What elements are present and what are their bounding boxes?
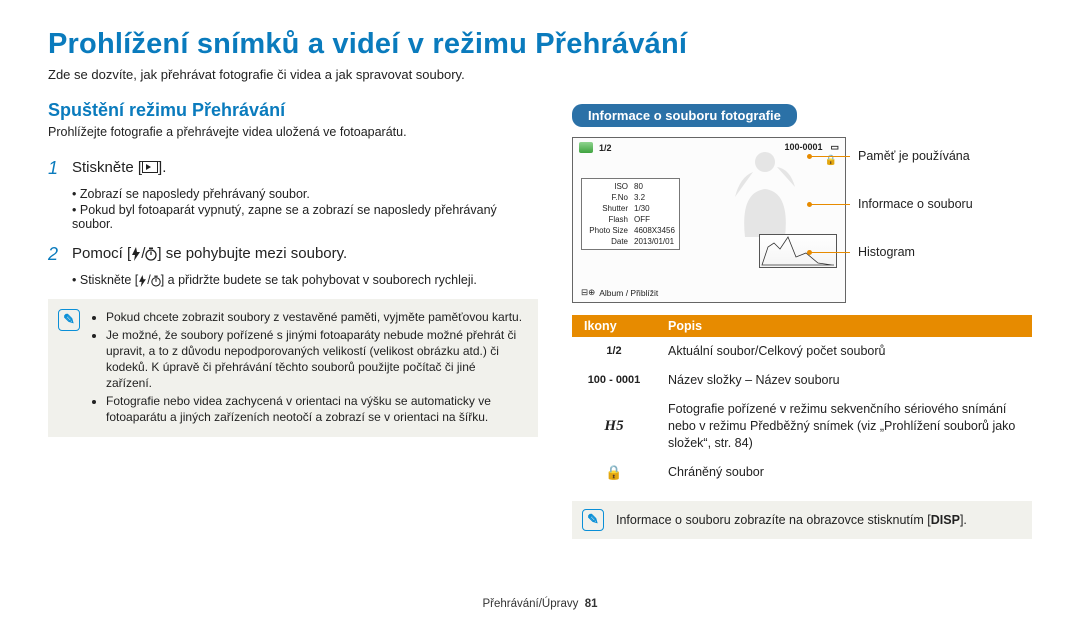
exif-date-l: Date	[586, 236, 628, 247]
callout-info-label: Informace o souboru	[858, 197, 973, 211]
note-box-left: ✎ Pokud chcete zobrazit soubory z vestav…	[48, 299, 538, 437]
exif-date-v: 2013/01/01	[634, 236, 674, 247]
exif-shutter-v: 1/30	[634, 203, 650, 214]
note2-post: ].	[960, 513, 967, 527]
step-number: 1	[48, 157, 62, 179]
step2-sub: Stiskněte [/] a přidržte budete se tak p…	[72, 273, 538, 287]
desc-lock: Chráněný soubor	[656, 458, 1032, 487]
left-column: Spuštění režimu Přehrávání Prohlížejte f…	[48, 100, 538, 539]
step1-sub1: Zobrazí se naposledy přehrávaný soubor.	[72, 187, 538, 201]
step2-sub-pre: Stiskněte [	[80, 273, 138, 287]
th-icons: Ikony	[572, 315, 656, 337]
memory-card-icon: ▭	[830, 142, 839, 153]
desc-filecode: Název složky – Název souboru	[656, 366, 1032, 395]
step-body: Stiskněte [].	[72, 157, 538, 179]
exif-size-l: Photo Size	[586, 225, 628, 236]
note1-li1: Pokud chcete zobrazit soubory z vestavěn…	[106, 309, 524, 325]
icon-h5: H5	[572, 395, 656, 458]
step-1: 1 Stiskněte [].	[48, 157, 538, 179]
section-heading: Spuštění režimu Přehrávání	[48, 100, 538, 121]
note-box-right: ✎ Informace o souboru zobrazíte na obraz…	[572, 501, 1032, 539]
callout-line	[810, 156, 850, 157]
note-icon: ✎	[58, 309, 80, 331]
table-row: 🔒 Chráněný soubor	[572, 458, 1032, 487]
callout-memory: Paměť je používána	[856, 149, 970, 163]
note-icon: ✎	[582, 509, 604, 531]
callout-memory-label: Paměť je používána	[858, 149, 970, 163]
step1-sub2: Pokud byl fotoaparát vypnutý, zapne se a…	[72, 203, 538, 231]
step2-post: ] se pohybujte mezi soubory.	[157, 245, 347, 262]
step1-post: ].	[158, 159, 166, 176]
page-title: Prohlížení snímků a videí v režimu Přehr…	[48, 28, 1032, 61]
info-badge: Informace o souboru fotografie	[572, 104, 797, 127]
desc-counter: Aktuální soubor/Celkový počet souborů	[656, 337, 1032, 366]
zoom-icon: ⊟⊕	[581, 287, 595, 298]
exif-size-v: 4608X3456	[634, 225, 675, 236]
right-column: Informace o souboru fotografie 1/2 100-0…	[572, 100, 1032, 539]
timer-icon	[151, 275, 161, 287]
exif-fno-l: F.No	[586, 192, 628, 203]
step2-sublist: Stiskněte [/] a přidržte budete se tak p…	[72, 273, 538, 287]
exif-flash-v: OFF	[634, 214, 650, 225]
table-row: 100 - 0001 Název složky – Název souboru	[572, 366, 1032, 395]
exif-box: ISO 80 F.No 3.2 Shutter 1/30 Flash OFF Photo…	[581, 178, 680, 250]
note1-li2: Je možné, že soubory pořízené s jinými f…	[106, 327, 524, 391]
icon-counter: 1/2	[572, 337, 656, 366]
step1-sublist: Zobrazí se naposledy přehrávaný soubor. …	[72, 187, 538, 231]
callout-hist-label: Histogram	[858, 245, 915, 259]
lcd-bottom-text: Album / Přiblížit	[599, 288, 658, 298]
exif-flash-l: Flash	[586, 214, 628, 225]
callout-info: Informace o souboru	[856, 197, 973, 211]
lcd-counter: 1/2	[599, 143, 612, 153]
icon-lock: 🔒	[572, 458, 656, 487]
step-number: 2	[48, 243, 62, 265]
step-2: 2 Pomocí [/] se pohybujte mezi soubory.	[48, 243, 538, 265]
footer-page: 81	[585, 598, 598, 610]
table-row: 1/2 Aktuální soubor/Celkový počet soubor…	[572, 337, 1032, 366]
desc-h5: Fotografie pořízené v režimu sekvenčního…	[656, 395, 1032, 458]
th-desc: Popis	[656, 315, 1032, 337]
note2-pre: Informace o souboru zobrazíte na obrazov…	[616, 513, 931, 527]
table-header-row: Ikony Popis	[572, 315, 1032, 337]
photo-thumb-icon	[579, 142, 593, 153]
step2-pre: Pomocí [	[72, 245, 131, 262]
timer-icon	[145, 247, 157, 261]
display-area: 1/2 100-0001 ▭ 🔒 ISO80 F.No3.2	[572, 137, 1032, 313]
camera-lcd: 1/2 100-0001 ▭ 🔒 ISO80 F.No3.2	[572, 137, 846, 303]
page-footer: Přehrávání/Úpravy 81	[0, 598, 1080, 610]
callout-line	[810, 204, 850, 205]
callout-line	[810, 252, 850, 253]
exif-iso-l: ISO	[586, 181, 628, 192]
columns: Spuštění režimu Přehrávání Prohlížejte f…	[48, 100, 1032, 539]
note2-text: Informace o souboru zobrazíte na obrazov…	[616, 512, 967, 528]
icon-table: Ikony Popis 1/2 Aktuální soubor/Celkový …	[572, 315, 1032, 487]
note-text: Pokud chcete zobrazit soubory z vestavěn…	[92, 309, 524, 427]
exif-iso-v: 80	[634, 181, 643, 192]
note1-li3: Fotografie nebo videa zachycená v orient…	[106, 393, 524, 425]
intro-text: Zde se dozvíte, jak přehrávat fotografie…	[48, 67, 1032, 82]
disp-key: DISP	[931, 513, 960, 527]
step-body: Pomocí [/] se pohybujte mezi soubory.	[72, 243, 538, 265]
play-icon	[142, 161, 158, 173]
icon-filecode: 100 - 0001	[572, 366, 656, 395]
flash-icon	[131, 247, 141, 261]
footer-section: Přehrávání/Úpravy	[482, 598, 578, 610]
step1-pre: Stiskněte [	[72, 159, 142, 176]
exif-fno-v: 3.2	[634, 192, 645, 203]
step2-sub-post: ] a přidržte budete se tak pohybovat v s…	[161, 273, 477, 287]
callout-hist: Histogram	[856, 245, 915, 259]
silhouette-icon	[715, 142, 815, 242]
section-desc: Prohlížejte fotografie a přehrávejte vid…	[48, 125, 538, 139]
lcd-bottom: ⊟⊕ Album / Přiblížit	[581, 287, 658, 298]
table-row: H5 Fotografie pořízené v režimu sekvenčn…	[572, 395, 1032, 458]
flash-icon	[138, 275, 147, 287]
exif-shutter-l: Shutter	[586, 203, 628, 214]
page-root: Prohlížení snímků a videí v režimu Přehr…	[0, 0, 1080, 630]
